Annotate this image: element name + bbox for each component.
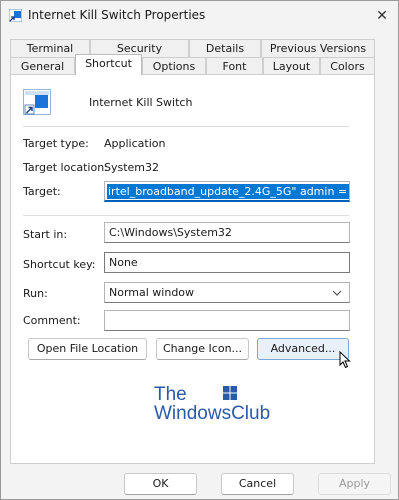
divider: [23, 126, 349, 127]
properties-window: Internet Kill Switch Properties ✕ Termin…: [0, 0, 399, 500]
tab-details[interactable]: Details: [189, 39, 261, 57]
target-location-value: System32: [104, 161, 160, 174]
run-label: Run:: [23, 287, 48, 300]
shortcut-name: Internet Kill Switch: [89, 96, 193, 109]
tab-general[interactable]: General: [10, 57, 75, 75]
shortcut-icon: [23, 89, 51, 115]
target-selected-text: irtel_broadband_update_2.4G_5G" admin = …: [107, 184, 349, 199]
shortcut-key-label: Shortcut key:: [23, 258, 96, 271]
tab-previous-versions[interactable]: Previous Versions: [261, 39, 375, 57]
window-title: Internet Kill Switch Properties: [28, 8, 206, 22]
start-in-input[interactable]: C:\Windows\System32: [104, 222, 350, 243]
divider: [23, 215, 349, 216]
title-bar: Internet Kill Switch Properties ✕: [1, 1, 398, 31]
tab-font[interactable]: Font: [206, 57, 263, 75]
apply-button[interactable]: Apply: [318, 473, 391, 495]
tab-layout[interactable]: Layout: [263, 57, 320, 75]
watermark-line2: WindowsClub: [154, 403, 271, 424]
chevron-down-icon: [332, 290, 342, 296]
shortcut-key-input[interactable]: None: [104, 252, 350, 273]
target-label: Target:: [23, 185, 61, 198]
close-button[interactable]: ✕: [369, 5, 395, 27]
tab-shortcut[interactable]: Shortcut: [75, 54, 142, 75]
target-input[interactable]: irtel_broadband_update_2.4G_5G" admin = …: [104, 181, 350, 202]
windows-logo-icon: [223, 386, 237, 400]
close-icon: ✕: [376, 8, 388, 24]
tab-colors[interactable]: Colors: [320, 57, 375, 75]
start-in-label: Start in:: [23, 228, 68, 241]
run-selected-value: Normal window: [109, 286, 195, 299]
tab-options[interactable]: Options: [142, 57, 206, 75]
mouse-pointer-icon: [339, 351, 351, 369]
shortcut-app-icon: [9, 9, 22, 22]
advanced-button[interactable]: Advanced...: [257, 338, 349, 360]
change-icon-button[interactable]: Change Icon...: [156, 338, 249, 360]
open-file-location-button[interactable]: Open File Location: [28, 338, 147, 360]
run-dropdown[interactable]: Normal window: [104, 282, 350, 303]
target-location-label: Target location:: [23, 161, 108, 174]
target-type-value: Application: [104, 137, 166, 150]
target-type-label: Target type:: [23, 137, 89, 150]
comment-input[interactable]: [104, 310, 350, 331]
comment-label: Comment:: [23, 314, 81, 327]
ok-button[interactable]: OK: [124, 473, 197, 495]
cancel-button[interactable]: Cancel: [221, 473, 294, 495]
